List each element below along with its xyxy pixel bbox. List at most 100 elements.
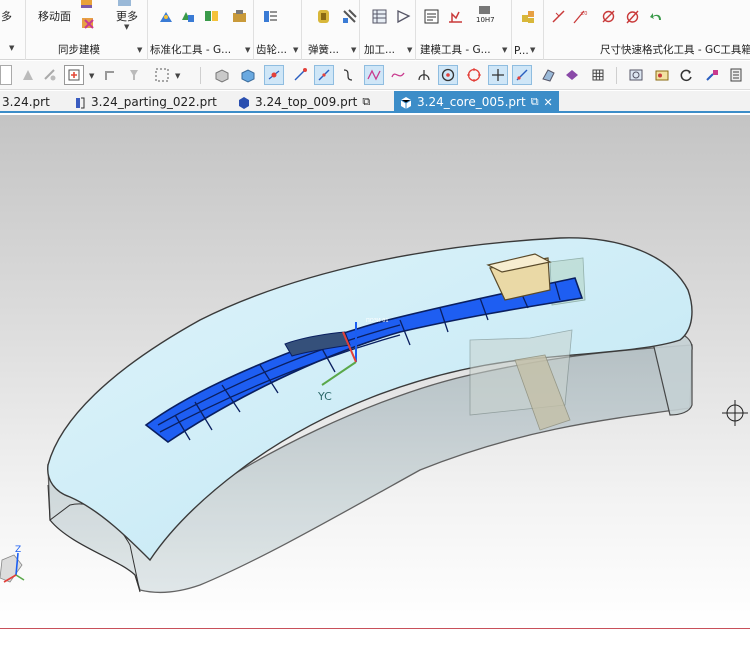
- crosshair-cursor-icon: [722, 400, 748, 426]
- ribbon-group-gear: 齿轮... ▼: [254, 0, 302, 60]
- p-arrow-icon[interactable]: ▼: [530, 46, 535, 54]
- select-dropdown-icon[interactable]: [0, 65, 12, 85]
- note-icon[interactable]: [423, 8, 440, 25]
- std-part-icon[interactable]: [158, 8, 175, 25]
- view-fit-icon[interactable]: [626, 65, 646, 85]
- fit-10h7-label[interactable]: 10H7: [476, 16, 495, 24]
- group-expand-arrow-icon[interactable]: ▼: [137, 46, 142, 54]
- status-bar: [0, 629, 750, 649]
- machining-view-icon[interactable]: [395, 8, 412, 25]
- model-3d-view[interactable]: YC ПОЗИ 01 Z: [0, 115, 750, 628]
- spring-delete-icon[interactable]: [341, 8, 358, 25]
- more-partial-label[interactable]: 多: [1, 8, 12, 24]
- group-label-gear: 齿轮...: [256, 44, 288, 56]
- dropdown-arrow-icon[interactable]: ▼: [9, 44, 14, 52]
- ribbon-group-partial: 多 ▼: [0, 0, 26, 60]
- tab-popout-icon[interactable]: ⧉: [531, 95, 539, 109]
- show-hide-icon[interactable]: [18, 65, 38, 85]
- gear-arrow-icon[interactable]: ▼: [293, 46, 298, 54]
- tab-close-icon[interactable]: ✕: [544, 96, 553, 109]
- curve-snap-icon[interactable]: [338, 65, 358, 85]
- arc-center-icon[interactable]: [438, 65, 458, 85]
- more-dropdown-arrow-icon[interactable]: ▼: [124, 23, 129, 31]
- tab-popout-icon[interactable]: ⧉: [362, 95, 370, 109]
- camera-icon[interactable]: [652, 65, 672, 85]
- control-point-icon[interactable]: [388, 65, 408, 85]
- triad-z-label: Z: [15, 545, 21, 555]
- tab-3-24[interactable]: 3.24.prt: [2, 91, 50, 113]
- layer-icon[interactable]: [726, 65, 746, 85]
- snap-point-icon[interactable]: [64, 65, 84, 85]
- tab-label: 3.24.prt: [2, 95, 50, 109]
- part-note-label: ПОЗИ 01: [366, 318, 389, 324]
- face-icon[interactable]: [538, 65, 558, 85]
- tab-label: 3.24_core_005.prt: [417, 95, 526, 109]
- group-label-build-tools: 建模工具 - G...: [420, 44, 491, 56]
- view-triad: Z: [0, 545, 25, 583]
- more-button[interactable]: 更多: [116, 8, 138, 24]
- move-handle-icon[interactable]: [100, 65, 120, 85]
- offset-region-icon[interactable]: [80, 15, 97, 32]
- group-label-spring: 弹簧...: [308, 44, 340, 56]
- ribbon-group-sync-modeling: 移动面 更多 ▼ 同步建模 ▼: [26, 0, 148, 60]
- paint-icon[interactable]: [702, 65, 722, 85]
- group-label-std-tools: 标准化工具 - G...: [150, 44, 232, 56]
- move-face-icon[interactable]: [78, 0, 95, 13]
- machining-arrow-icon[interactable]: ▼: [407, 46, 412, 54]
- quadrant-icon[interactable]: [464, 65, 484, 85]
- diameter-icon[interactable]: [600, 8, 617, 25]
- line-icon[interactable]: [512, 65, 532, 85]
- selection-toolbar: ▼ ▼: [0, 61, 750, 90]
- spring-arrow-icon[interactable]: ▼: [351, 46, 356, 54]
- group-label-dim-format: 尺寸快速格式化工具 - GC工具箱: [600, 44, 750, 56]
- ribbon-group-std-tools: 标准化工具 - G... ▼: [148, 0, 254, 60]
- gear-modeling-icon[interactable]: [262, 8, 279, 25]
- nx-cad-window: 多 ▼ 移动面 更多 ▼ 同步建模 ▼ 标准化工具 - G... ▼ 齿轮...: [0, 0, 750, 649]
- graphics-viewport[interactable]: YC ПОЗИ 01 Z: [0, 115, 750, 628]
- std-manage-icon[interactable]: [231, 8, 248, 25]
- point-on-curve-icon[interactable]: [264, 65, 284, 85]
- tangent-icon[interactable]: [314, 65, 334, 85]
- palette-icon[interactable]: [520, 8, 537, 25]
- intersection-icon[interactable]: [414, 65, 434, 85]
- std-tools-arrow-icon[interactable]: ▼: [245, 46, 250, 54]
- spline-icon[interactable]: [364, 65, 384, 85]
- group-label-p: P...: [514, 45, 529, 57]
- build-tools-arrow-icon[interactable]: ▼: [502, 46, 507, 54]
- grid-icon[interactable]: [588, 65, 608, 85]
- tab-core[interactable]: 3.24_core_005.prt ⧉ ✕: [394, 91, 559, 113]
- machining-table-icon[interactable]: [371, 8, 388, 25]
- ribbon-group-machining: 加工... ▼: [360, 0, 416, 60]
- top-part-icon: [239, 96, 249, 109]
- tab-top[interactable]: 3.24_top_009.prt ⧉: [238, 91, 370, 113]
- move-face-button[interactable]: 移动面: [38, 8, 71, 24]
- ribbon: 多 ▼ 移动面 更多 ▼ 同步建模 ▼ 标准化工具 - G... ▼ 齿轮...: [0, 0, 750, 60]
- tab-parting[interactable]: 3.24_parting_022.prt: [74, 91, 217, 113]
- select-box-dropdown-icon[interactable]: ▼: [175, 72, 180, 80]
- parting-part-icon: [76, 97, 85, 108]
- dim-slash-icon[interactable]: [550, 8, 567, 25]
- file-tab-bar: 3.24.prt 3.24_parting_022.prt 3.24_top_0…: [0, 91, 750, 113]
- weld-symbol-icon[interactable]: [447, 8, 464, 25]
- spring-icon[interactable]: [315, 8, 332, 25]
- group-label-sync-modeling: 同步建模: [58, 44, 100, 56]
- std-lib-icon[interactable]: [179, 8, 196, 25]
- refresh-icon[interactable]: [676, 65, 696, 85]
- tab-label: 3.24_parting_022.prt: [91, 95, 217, 109]
- material-icon[interactable]: [562, 65, 582, 85]
- toolbar-separator: [616, 67, 617, 84]
- diameter-tol-icon[interactable]: [624, 8, 641, 25]
- select-box-icon[interactable]: [152, 65, 172, 85]
- dim-tolerance-icon[interactable]: ±0: [572, 8, 589, 25]
- edit-object-icon[interactable]: [40, 65, 60, 85]
- view-cube-icon[interactable]: [238, 65, 258, 85]
- endpoint-icon[interactable]: [290, 65, 310, 85]
- undo-format-icon[interactable]: [648, 8, 665, 25]
- filter-icon[interactable]: [124, 65, 144, 85]
- toolbar-separator: [200, 67, 201, 84]
- shaded-solid-icon[interactable]: [212, 65, 232, 85]
- existing-point-icon[interactable]: [488, 65, 508, 85]
- snap-dropdown-icon[interactable]: ▼: [89, 72, 94, 80]
- group-label-machining: 加工...: [364, 44, 396, 56]
- std-reuse-icon[interactable]: [203, 8, 220, 25]
